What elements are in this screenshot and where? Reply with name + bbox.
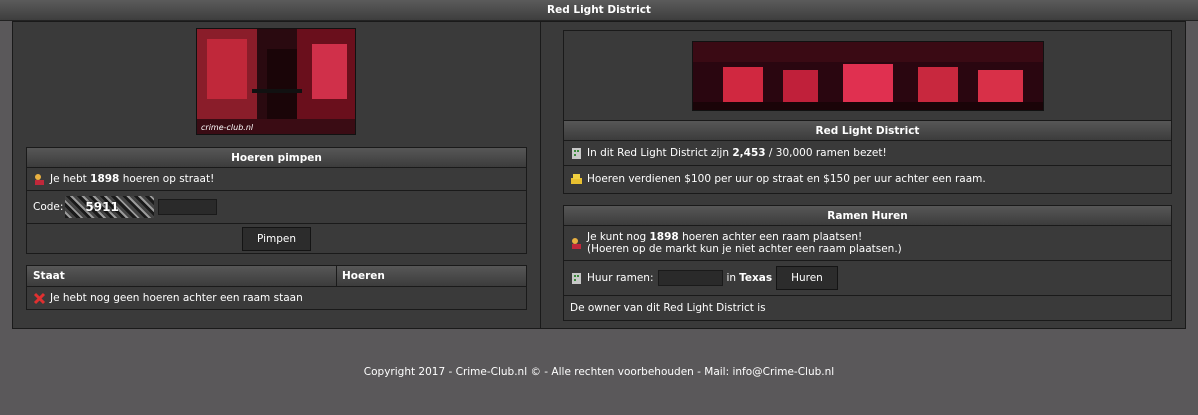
gold-coins-icon — [571, 174, 582, 184]
district-line1-mid: / 30,000 ramen bezet! — [765, 147, 887, 159]
code-input[interactable] — [158, 199, 218, 215]
page-title: Red Light District — [0, 0, 1198, 21]
captcha-text: 5911 — [85, 200, 119, 214]
rent-panel: Ramen Huren Je kunt nog 1898 hoeren acht… — [563, 205, 1172, 321]
rent-city: Texas — [739, 272, 773, 284]
rent-label: Huur ramen: — [587, 272, 654, 284]
building-icon — [572, 272, 581, 284]
pimp-status-row: Je hebt 1898 hoeren op straat! — [27, 168, 526, 191]
whore-icon — [35, 173, 44, 185]
building-icon — [572, 147, 581, 159]
main-container: crime-club.nl Hoeren pimpen Je hebt 1898… — [12, 21, 1186, 329]
red-light-banner-left: crime-club.nl — [196, 28, 356, 135]
footer-copyright: Copyright 2017 - Crime-Club.nl © - Alle … — [363, 366, 835, 378]
banner-row — [564, 31, 1171, 121]
pimp-code-row: Code: 5911 — [27, 191, 526, 224]
captcha-image: 5911 — [65, 196, 155, 218]
rent-line1-count: 1898 — [649, 231, 679, 243]
district-used-count: 2,453 — [732, 147, 766, 159]
pimp-panel: Hoeren pimpen Je hebt 1898 hoeren op str… — [26, 147, 527, 254]
code-label: Code: — [33, 201, 64, 213]
pimp-status-prefix: Je hebt — [50, 173, 91, 185]
district-windows-row: In dit Red Light District zijn 2,453 / 3… — [564, 141, 1171, 166]
pimp-button-row: Pimpen — [27, 224, 526, 253]
column-divider — [540, 22, 541, 328]
owner-text: De owner van dit Red Light District is — [570, 301, 766, 314]
district-earnings-text: Hoeren verdienen $100 per uur op straat … — [587, 172, 986, 185]
district-header: Red Light District — [564, 121, 1171, 141]
logo-text: crime-club.nl — [201, 123, 254, 132]
col-state: Staat — [27, 266, 337, 286]
rent-owner-row: De owner van dit Red Light District is — [564, 296, 1171, 319]
col-whores: Hoeren — [342, 270, 385, 282]
rent-button[interactable]: Huren — [776, 266, 838, 290]
district-earnings-row: Hoeren verdienen $100 per uur op straat … — [564, 166, 1171, 191]
whore-icon — [572, 237, 581, 249]
district-line1-prefix: In dit Red Light District zijn — [587, 147, 733, 159]
district-panel: Red Light District In dit Red Light Dist… — [563, 30, 1172, 194]
pimp-header: Hoeren pimpen — [27, 148, 526, 168]
red-light-banner-right — [692, 41, 1044, 111]
rent-header: Ramen Huren — [564, 206, 1171, 226]
rent-line2: (Hoeren op de markt kun je niet achter e… — [587, 243, 902, 255]
window-table: Staat Hoeren Je hebt nog geen hoeren ach… — [26, 265, 527, 310]
rent-info-row: Je kunt nog 1898 hoeren achter een raam … — [564, 226, 1171, 261]
rent-line1-suffix: hoeren achter een raam plaatsen! — [678, 231, 863, 243]
empty-message: Je hebt nog geen hoeren achter een raam … — [50, 292, 303, 304]
red-x-icon — [33, 292, 46, 304]
rent-in-label: in — [726, 272, 737, 284]
rent-line1-prefix: Je kunt nog — [587, 231, 650, 243]
pimp-status-count: 1898 — [90, 173, 120, 185]
pimp-button[interactable]: Pimpen — [241, 226, 312, 251]
pimp-status-suffix: hoeren op straat! — [119, 173, 215, 185]
rent-amount-input[interactable] — [657, 270, 723, 286]
rent-form-row: Huur ramen: in Texas Huren — [564, 261, 1171, 296]
window-table-empty-row: Je hebt nog geen hoeren achter een raam … — [27, 287, 526, 309]
window-table-header: Staat Hoeren — [27, 266, 526, 287]
